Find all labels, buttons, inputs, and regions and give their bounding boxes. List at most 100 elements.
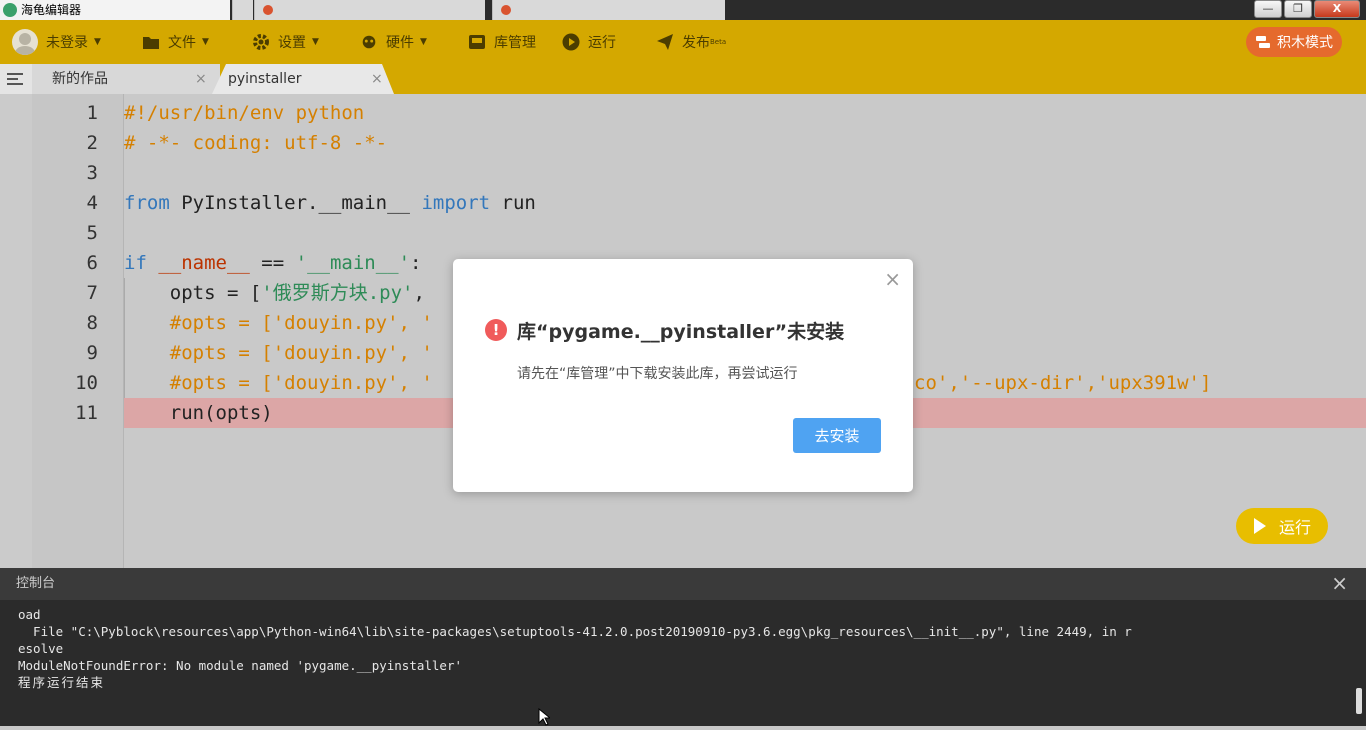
code-line: #!/usr/bin/env python [124, 102, 365, 124]
publish-label: 发布 [682, 35, 710, 51]
maximize-button[interactable]: ❐ [1284, 0, 1312, 18]
operator-token: == [261, 252, 285, 274]
install-button[interactable]: 去安装 [793, 418, 881, 453]
run-button-label: 运行 [1278, 518, 1311, 537]
block-mode-label: 积木模式 [1277, 35, 1333, 51]
login-menu[interactable]: 未登录 ▼ [12, 20, 101, 64]
string-token: '俄罗斯方块.py' [261, 282, 414, 304]
app-logo-icon [3, 3, 17, 17]
browser-favicon-icon [501, 5, 511, 15]
line-number: 9 [86, 342, 98, 364]
chevron-down-icon: ▼ [202, 37, 209, 47]
background-window-tab[interactable] [232, 0, 253, 20]
line-number: 3 [86, 162, 98, 184]
window-controls: — ❐ X [1252, 0, 1360, 18]
close-tab-icon[interactable]: × [195, 64, 207, 94]
chevron-down-icon: ▼ [420, 37, 427, 47]
folder-icon [142, 33, 160, 51]
background-window-tab[interactable] [492, 0, 725, 20]
run-menu-button[interactable]: 运行 [562, 20, 616, 64]
module-token: PyInstaller.__main__ [169, 192, 422, 214]
gear-icon [252, 33, 270, 51]
close-window-button[interactable]: X [1314, 0, 1360, 18]
login-label: 未登录 [46, 35, 88, 51]
tab-label: pyinstaller [228, 71, 302, 87]
keyword-token: if [124, 252, 147, 274]
library-manager-button[interactable]: 库管理 [468, 20, 536, 64]
colon-token: : [410, 252, 422, 274]
inbox-icon [468, 33, 486, 51]
window-title: 海龟编辑器 [0, 0, 230, 20]
dunder-token: __name__ [146, 252, 262, 274]
chevron-down-icon: ▼ [312, 37, 319, 47]
run-menu-label: 运行 [588, 35, 616, 51]
line-number: 2 [86, 132, 98, 154]
console-close-icon[interactable]: × [1331, 571, 1348, 595]
tab-new-work[interactable]: 新的作品 × [32, 64, 220, 94]
code-line: opts = ['俄罗斯方块.py', [124, 282, 425, 304]
settings-menu-label: 设置 [278, 35, 306, 51]
keyword-token: import [421, 192, 491, 214]
string-token: '__main__' [295, 252, 411, 274]
library-manager-label: 库管理 [494, 35, 536, 51]
name-token: run [490, 192, 536, 214]
dialog-close-icon[interactable]: × [884, 267, 901, 291]
settings-menu[interactable]: 设置 ▼ [252, 20, 319, 64]
console-line: File "C:\Pyblock\resources\app\Python-wi… [18, 624, 1132, 639]
keyword-token: from [124, 192, 170, 214]
editor-side-strip [0, 94, 33, 568]
console-title: 控制台 [16, 576, 56, 591]
console-line: 程序运行结束 [18, 675, 106, 690]
play-circle-icon [562, 33, 580, 51]
minimize-button[interactable]: — [1254, 0, 1282, 18]
console-scrollbar[interactable] [1356, 688, 1362, 714]
line-number: 6 [86, 252, 98, 274]
code-line: #opts = ['douyin.py', ' [124, 312, 433, 334]
missing-library-dialog: × ! 库“pygame.__pyinstaller”未安装 请先在“库管理”中… [453, 259, 913, 492]
line-number: 7 [86, 282, 98, 304]
code-line-tail: co','--upx-dir','upx391w'] [914, 372, 1212, 394]
chevron-down-icon: ▼ [94, 37, 101, 47]
code-line: #opts = ['douyin.py', ' [124, 342, 433, 364]
window-title-bar: 海龟编辑器 — ❐ X [0, 0, 1366, 20]
tab-pyinstaller[interactable]: pyinstaller × [212, 64, 394, 94]
code-line: run(opts) [124, 402, 273, 424]
close-tab-icon[interactable]: × [371, 64, 383, 94]
play-icon [1253, 518, 1266, 534]
error-icon: ! [485, 319, 507, 341]
code-line: # -*- coding: utf-8 -*- [124, 132, 388, 154]
publish-button[interactable]: 发布 Beta [656, 20, 726, 64]
console-header: 控制台 × [0, 568, 1366, 600]
menu-icon [7, 73, 23, 85]
console-panel: 控制台 × oad File "C:\Pyblock\resources\app… [0, 568, 1366, 726]
sidebar-toggle-button[interactable] [0, 64, 32, 94]
avatar [12, 29, 38, 55]
code-line: if __name__ == '__main__': [124, 248, 421, 278]
run-button[interactable]: 运行 [1236, 508, 1328, 544]
file-tab-bar: 新的作品 × pyinstaller × [0, 64, 1366, 94]
line-number: 4 [86, 192, 98, 214]
console-line: esolve [18, 641, 64, 656]
line-number: 1 [86, 102, 98, 124]
main-toolbar: 未登录 ▼ 文件 ▼ 设置 ▼ 硬件 ▼ 库管理 运行 发布 Beta 积木模式 [0, 20, 1366, 64]
line-number: 10 [75, 372, 98, 394]
line-number: 11 [75, 402, 98, 424]
mouse-cursor-icon [538, 707, 552, 730]
beta-badge: Beta [710, 38, 727, 46]
background-window-tab[interactable] [254, 0, 485, 20]
robot-icon [360, 33, 378, 51]
code-line: #opts = ['douyin.py', ' [124, 372, 433, 394]
file-menu-label: 文件 [168, 35, 196, 51]
hardware-menu[interactable]: 硬件 ▼ [360, 20, 427, 64]
console-line: ModuleNotFoundError: No module named 'py… [18, 658, 463, 673]
console-output[interactable]: oad File "C:\Pyblock\resources\app\Pytho… [18, 606, 1348, 691]
tab-label: 新的作品 [52, 71, 108, 87]
line-number: 5 [86, 222, 98, 244]
hardware-menu-label: 硬件 [386, 35, 414, 51]
block-mode-button[interactable]: 积木模式 [1246, 27, 1342, 57]
dialog-message: 请先在“库管理”中下载安装此库，再尝试运行 [517, 366, 798, 382]
code-line: from PyInstaller.__main__ import run [124, 188, 536, 218]
console-line: oad [18, 607, 41, 622]
blocks-icon [1255, 35, 1271, 49]
file-menu[interactable]: 文件 ▼ [142, 20, 209, 64]
